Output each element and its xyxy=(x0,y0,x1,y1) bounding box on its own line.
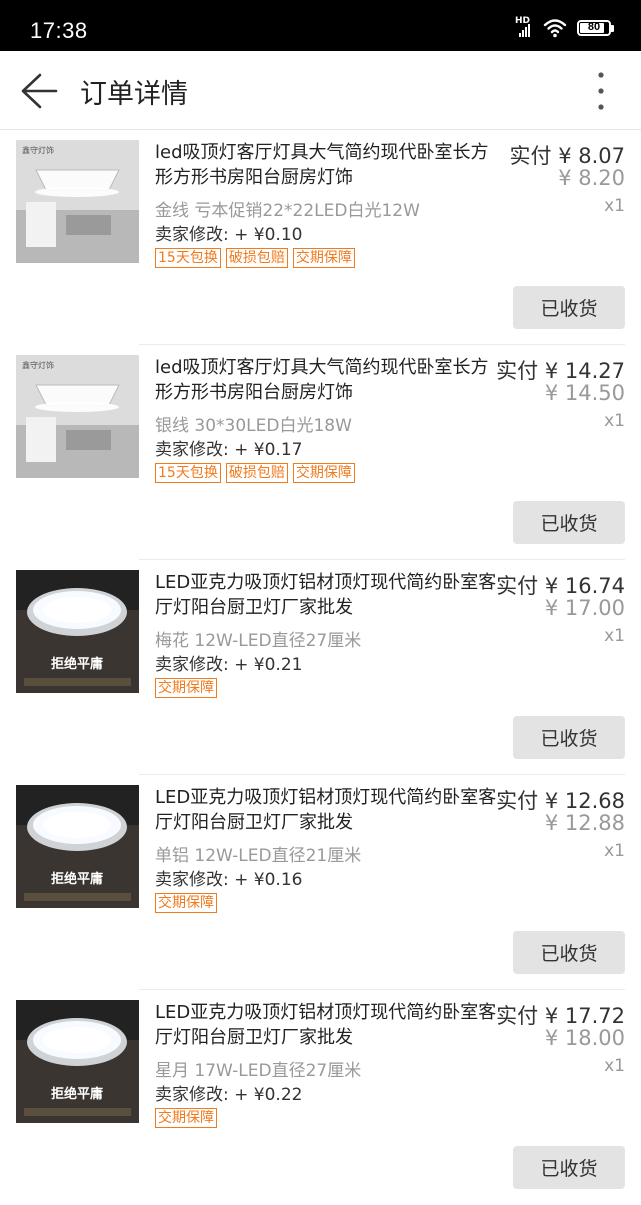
wifi-icon xyxy=(543,19,567,38)
service-tag: 15天包换 xyxy=(155,463,221,483)
product-title[interactable]: led吸顶灯客厅灯具大气简约现代卧室长方形方形书房阳台厨房灯饰 xyxy=(155,140,500,190)
product-title[interactable]: LED亚克力吸顶灯铝材顶灯现代简约卧室客厅灯阳台厨卫灯厂家批发 xyxy=(155,785,500,835)
thumb-brand-text: 鑫守灯饰 xyxy=(22,360,54,370)
service-tag: 交期保障 xyxy=(155,678,217,698)
product-spec: 单铝 12W-LED直径21厘米 xyxy=(155,846,362,866)
product-thumbnail[interactable]: 拒绝平庸 xyxy=(16,570,139,693)
quantity: x1 xyxy=(604,196,625,216)
product-spec: 星月 17W-LED直径27厘米 xyxy=(155,1061,362,1081)
received-button[interactable]: 已收货 xyxy=(513,931,625,974)
status-icons: HD 80 xyxy=(515,16,614,40)
received-button[interactable]: 已收货 xyxy=(513,501,625,544)
quantity: x1 xyxy=(604,1056,625,1076)
product-thumbnail[interactable]: 拒绝平庸 xyxy=(16,785,139,908)
product-title[interactable]: led吸顶灯客厅灯具大气简约现代卧室长方形方形书房阳台厨房灯饰 xyxy=(155,355,500,405)
service-tag: 破损包赔 xyxy=(225,463,288,483)
product-title[interactable]: LED亚克力吸顶灯铝材顶灯现代简约卧室客厅灯阳台厨卫灯厂家批发 xyxy=(155,1000,500,1050)
order-item[interactable]: 拒绝平庸 LED亚克力吸顶灯铝材顶灯现代简约卧室客厅灯阳台厨卫灯厂家批发 星月 … xyxy=(0,990,641,1205)
more-options-icon[interactable] xyxy=(591,71,611,111)
battery-level: 80 xyxy=(587,21,601,33)
service-tags: 交期保障 xyxy=(155,678,217,698)
status-bar: 17:38 HD 80 xyxy=(0,0,641,51)
service-tags: 15天包换 破损包赔 交期保障 xyxy=(155,463,355,483)
product-spec: 银线 30*30LED白光18W xyxy=(155,416,352,436)
service-tag: 15天包换 xyxy=(155,248,221,268)
order-item[interactable]: 拒绝平庸 LED亚克力吸顶灯铝材顶灯现代简约卧室客厅灯阳台厨卫灯厂家批发 梅花 … xyxy=(0,560,641,775)
battery-icon: 80 xyxy=(577,20,614,36)
seller-modification: 卖家修改: + ¥0.10 xyxy=(155,225,303,245)
quantity: x1 xyxy=(604,626,625,646)
product-spec: 金线 亏本促销22*22LED白光12W xyxy=(155,201,420,221)
product-thumbnail[interactable]: 鑫守灯饰 xyxy=(16,355,139,478)
received-button[interactable]: 已收货 xyxy=(513,716,625,759)
service-tags: 15天包换 破损包赔 交期保障 xyxy=(155,248,355,268)
order-item[interactable]: 鑫守灯饰 led吸顶灯客厅灯具大气简约现代卧室长方形方形书房阳台厨房灯饰 银线 … xyxy=(0,345,641,560)
original-price: ¥ 14.50 xyxy=(544,381,625,405)
seller-modification: 卖家修改: + ¥0.16 xyxy=(155,870,303,890)
original-price: ¥ 12.88 xyxy=(544,811,625,835)
product-spec: 梅花 12W-LED直径27厘米 xyxy=(155,631,362,651)
service-tags: 交期保障 xyxy=(155,1108,217,1128)
received-button[interactable]: 已收货 xyxy=(513,1146,625,1189)
service-tags: 交期保障 xyxy=(155,893,217,913)
quantity: x1 xyxy=(604,841,625,861)
thumb-brand-text: 鑫守灯饰 xyxy=(22,145,54,155)
original-price: ¥ 18.00 xyxy=(544,1026,625,1050)
page-title: 订单详情 xyxy=(80,79,188,110)
service-tag: 破损包赔 xyxy=(225,248,288,268)
service-tag: 交期保障 xyxy=(155,893,217,913)
back-arrow-icon[interactable] xyxy=(18,71,58,111)
service-tag: 交期保障 xyxy=(292,463,355,483)
original-price: ¥ 17.00 xyxy=(544,596,625,620)
app-bar: 订单详情 xyxy=(0,51,641,130)
seller-modification: 卖家修改: + ¥0.21 xyxy=(155,655,303,675)
product-title[interactable]: LED亚克力吸顶灯铝材顶灯现代简约卧室客厅灯阳台厨卫灯厂家批发 xyxy=(155,570,500,620)
service-tag: 交期保障 xyxy=(292,248,355,268)
thumb-slogan-text: 拒绝平庸 xyxy=(51,656,103,672)
order-item[interactable]: 鑫守灯饰 led吸顶灯客厅灯具大气简约现代卧室长方形方形书房阳台厨房灯饰 金线 … xyxy=(0,130,641,345)
product-thumbnail[interactable]: 拒绝平庸 xyxy=(16,1000,139,1123)
original-price: ¥ 8.20 xyxy=(558,166,625,190)
seller-modification: 卖家修改: + ¥0.17 xyxy=(155,440,303,460)
cellular-signal-icon: HD xyxy=(515,17,533,39)
order-item[interactable]: 拒绝平庸 LED亚克力吸顶灯铝材顶灯现代简约卧室客厅灯阳台厨卫灯厂家批发 单铝 … xyxy=(0,775,641,990)
seller-modification: 卖家修改: + ¥0.22 xyxy=(155,1085,303,1105)
received-button[interactable]: 已收货 xyxy=(513,286,625,329)
product-thumbnail[interactable]: 鑫守灯饰 xyxy=(16,140,139,263)
thumb-slogan-text: 拒绝平庸 xyxy=(51,871,103,887)
quantity: x1 xyxy=(604,411,625,431)
thumb-slogan-text: 拒绝平庸 xyxy=(51,1086,103,1102)
status-time: 17:38 xyxy=(30,18,88,43)
service-tag: 交期保障 xyxy=(155,1108,217,1128)
